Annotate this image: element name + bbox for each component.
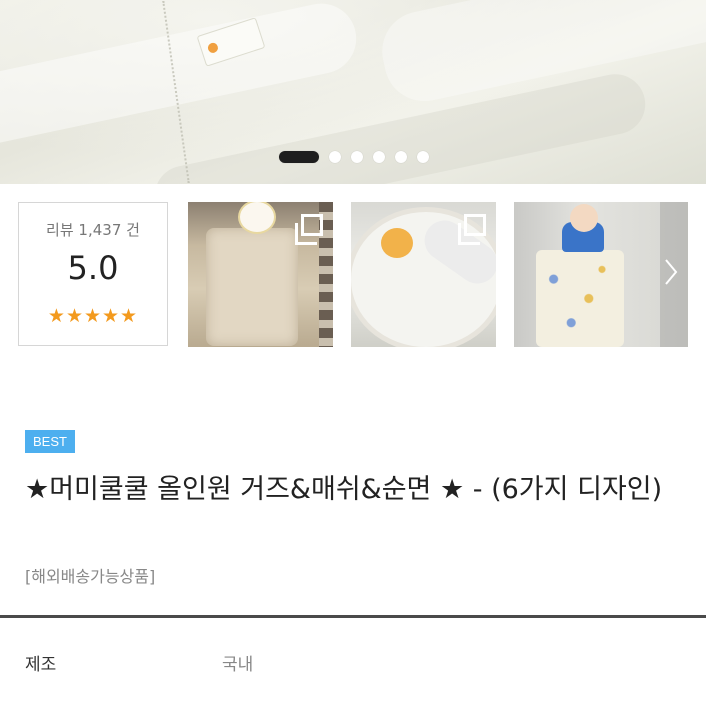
carousel-dot[interactable] [373,151,385,163]
carousel-dot[interactable] [329,151,341,163]
review-count: 리뷰 1,437 건 [46,221,140,239]
carousel-dot[interactable] [351,151,363,163]
best-badge: BEST [25,430,75,453]
multi-image-icon [458,214,486,245]
carousel-indicator [279,150,429,164]
blanket-photo [206,228,298,346]
chevron-right-icon[interactable] [664,258,678,286]
hero-image-carousel[interactable] [0,0,706,184]
multi-image-icon [295,214,323,245]
spec-value: 국내 [222,655,254,675]
carousel-dot-active[interactable] [279,151,319,163]
product-title: ★머미쿨쿨 올인원 거즈&매쉬&순면 ★ - (6가지 디자인) [25,474,663,505]
emoji-sticker-icon [570,204,598,232]
rating-stars: ★★★★★ [47,305,139,327]
carousel-dot[interactable] [417,151,429,163]
section-divider [0,615,706,618]
flower-logo-icon [206,41,220,55]
review-photo-2[interactable] [351,202,496,347]
product-subtitle: [해외배송가능상품] [25,567,156,586]
review-summary-card[interactable]: 리뷰 1,437 건 5.0 ★★★★★ [18,202,168,346]
carousel-dot[interactable] [395,151,407,163]
blanket-print [536,250,624,347]
spec-row: 제조 국내 [0,650,706,690]
emoji-sticker-icon [381,228,413,258]
review-photo-1[interactable] [188,202,333,347]
review-photo-3[interactable] [514,202,688,347]
review-score: 5.0 [67,249,119,287]
spec-label: 제조 [25,655,57,675]
